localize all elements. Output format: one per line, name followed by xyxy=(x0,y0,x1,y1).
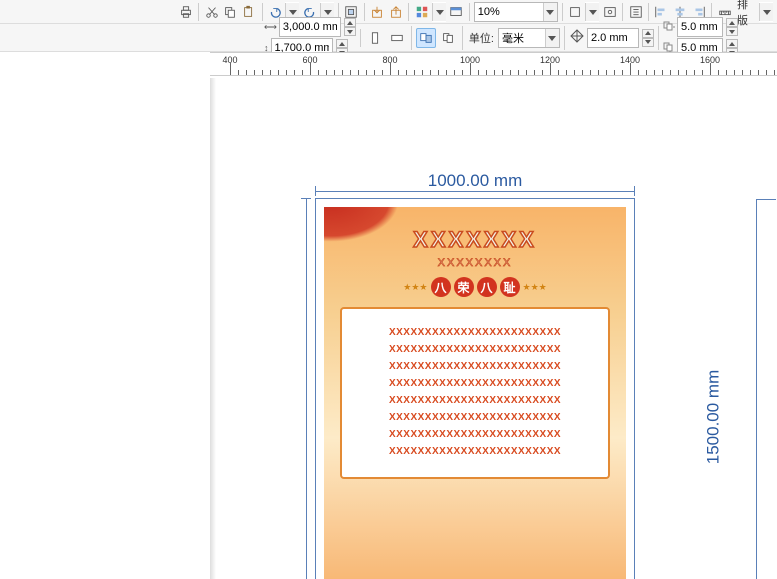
page-width-combo[interactable] xyxy=(279,17,341,37)
star-icon: ★★★ xyxy=(523,282,547,293)
separator xyxy=(648,3,649,21)
units-label: 单位: xyxy=(469,30,494,46)
snap-dropdown[interactable] xyxy=(585,2,599,22)
ruler-tick-label: 400 xyxy=(222,55,237,65)
poster-line: XXXXXXXXXXXXXXXXXXXXXXXX xyxy=(352,446,598,457)
toolbar-row-2: ⟷ ↕ 单位: xyxy=(0,24,777,52)
toolbar-row-1: 排版 xyxy=(0,0,777,24)
options-button[interactable] xyxy=(627,2,644,22)
poster-badge-row: ★★★ 八 荣 八 耻 ★★★ xyxy=(324,277,626,297)
poster-artwork[interactable]: XXXXXXX XXXXXXXX ★★★ 八 荣 八 耻 ★★★ XXXXXXX… xyxy=(324,207,626,579)
ruler-tick-label: 1200 xyxy=(540,55,560,65)
poster-line: XXXXXXXXXXXXXXXXXXXXXXXX xyxy=(352,344,598,355)
dup-x-icon xyxy=(663,21,675,34)
dup-x-input[interactable] xyxy=(678,18,722,36)
page-width-spinner[interactable] xyxy=(344,18,356,36)
poster-line: XXXXXXXXXXXXXXXXXXXXXXXX xyxy=(352,361,598,372)
separator xyxy=(562,3,563,21)
all-pages-button[interactable] xyxy=(416,28,436,48)
copy-button[interactable] xyxy=(222,2,239,22)
separator xyxy=(198,3,199,21)
page-shadow xyxy=(210,78,216,579)
zoom-combo[interactable] xyxy=(474,2,558,22)
portrait-button[interactable] xyxy=(365,28,385,48)
fullscreen-button[interactable] xyxy=(601,2,618,22)
star-icon: ★★★ xyxy=(403,282,427,293)
ruler-horizontal[interactable]: 400 600 800 1000 1200 1400 1600 xyxy=(210,52,777,76)
units-dropdown[interactable] xyxy=(545,29,559,47)
nudge-icon xyxy=(569,28,585,47)
dimension-line-top xyxy=(315,191,635,192)
badge-circle: 八 xyxy=(431,277,451,297)
nudge-spinner[interactable] xyxy=(642,29,654,47)
print-button[interactable] xyxy=(177,2,194,22)
dimension-line-left xyxy=(306,198,307,579)
layout-dropdown[interactable] xyxy=(759,2,773,22)
landscape-button[interactable] xyxy=(387,28,407,48)
dimension-height-label-2: 1500.00 mm xyxy=(703,370,723,465)
separator xyxy=(622,3,623,21)
canvas[interactable]: 图 图网 1000.00 mm 1500.00 mm 1500.00 mm XX… xyxy=(210,78,777,579)
separator xyxy=(658,26,659,50)
app-launcher-button[interactable] xyxy=(413,2,430,22)
separator xyxy=(564,26,565,50)
badge-circle: 荣 xyxy=(454,277,474,297)
ruler-tick-label: 800 xyxy=(382,55,397,65)
cut-button[interactable] xyxy=(203,2,220,22)
export-button[interactable] xyxy=(388,2,405,22)
poster-content-box: XXXXXXXXXXXXXXXXXXXXXXXX XXXXXXXXXXXXXXX… xyxy=(340,307,610,479)
nudge-input[interactable] xyxy=(588,29,638,47)
ruler-tick-label: 1400 xyxy=(620,55,640,65)
ruler-tick-label: 1600 xyxy=(700,55,720,65)
snap-toggle[interactable] xyxy=(567,2,584,22)
dup-x-spinner[interactable] xyxy=(726,18,738,36)
ruler-tick-label: 600 xyxy=(302,55,317,65)
poster-line: XXXXXXXXXXXXXXXXXXXXXXXX xyxy=(352,378,598,389)
ruler-tick-label: 1000 xyxy=(460,55,480,65)
document-frame[interactable]: 1000.00 mm 1500.00 mm 1500.00 mm XXXXXXX… xyxy=(315,198,635,579)
zoom-input[interactable] xyxy=(475,3,543,21)
poster-line: XXXXXXXXXXXXXXXXXXXXXXXX xyxy=(352,395,598,406)
poster-title-small: XXXXXXXX xyxy=(324,257,626,269)
zoom-dropdown[interactable] xyxy=(543,3,557,21)
current-page-button[interactable] xyxy=(438,28,458,48)
separator xyxy=(469,3,470,21)
poster-line: XXXXXXXXXXXXXXXXXXXXXXXX xyxy=(352,327,598,338)
badge-circle: 八 xyxy=(477,277,497,297)
nudge-combo[interactable] xyxy=(587,28,639,48)
separator xyxy=(262,3,263,21)
app-launcher-dropdown[interactable] xyxy=(432,2,446,22)
separator xyxy=(360,29,361,47)
page-width-input[interactable] xyxy=(280,18,340,36)
page-width-icon: ⟷ xyxy=(264,22,277,33)
dup-x-combo[interactable] xyxy=(677,17,723,37)
poster-line: XXXXXXXXXXXXXXXXXXXXXXXX xyxy=(352,412,598,423)
dimension-width-label: 1000.00 mm xyxy=(428,171,523,191)
units-combo[interactable] xyxy=(498,28,560,48)
welcome-screen-button[interactable] xyxy=(448,2,465,22)
paste-button[interactable] xyxy=(241,2,258,22)
layout-label: 排版 xyxy=(737,0,755,28)
separator xyxy=(364,3,365,21)
adjacent-page-edge xyxy=(756,199,776,579)
separator xyxy=(408,3,409,21)
badge-circle: 耻 xyxy=(500,277,520,297)
separator xyxy=(411,26,412,50)
import-button[interactable] xyxy=(369,2,386,22)
units-input[interactable] xyxy=(499,29,545,47)
separator xyxy=(462,26,463,50)
poster-line: XXXXXXXXXXXXXXXXXXXXXXXX xyxy=(352,429,598,440)
